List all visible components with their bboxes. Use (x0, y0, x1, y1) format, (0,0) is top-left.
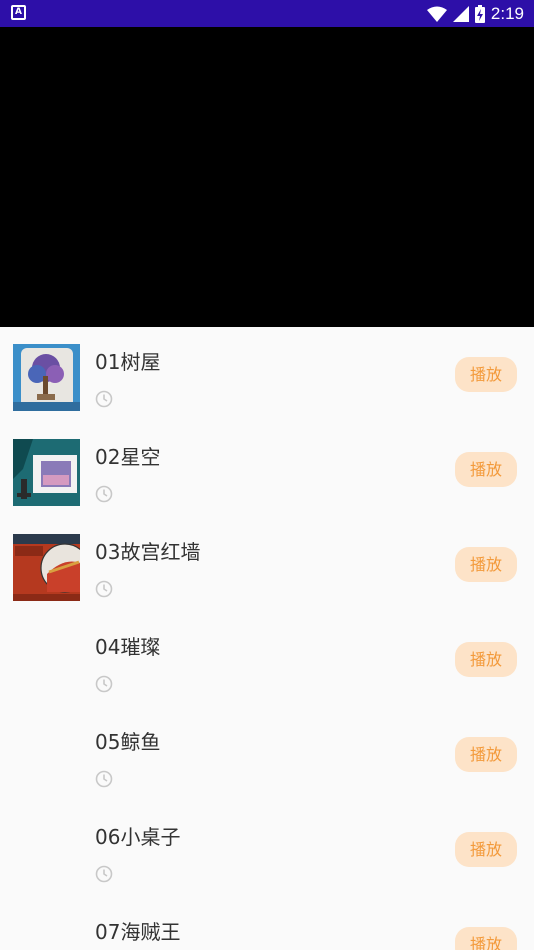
cellular-signal-icon (452, 5, 469, 22)
item-title: 07海贼王 (95, 920, 181, 944)
list-item[interactable]: 05鲸鱼 播放 (0, 707, 534, 802)
thumbnail-palace-red-wall (13, 534, 80, 601)
play-button[interactable]: 播放 (455, 832, 517, 867)
list-item[interactable]: 06小桌子 播放 (0, 802, 534, 897)
video-player[interactable] (0, 27, 534, 327)
wifi-icon (426, 6, 447, 22)
clock-icon (95, 580, 113, 598)
clock-icon (95, 675, 113, 693)
item-title: 01树屋 (95, 350, 161, 374)
play-button[interactable]: 播放 (455, 642, 517, 677)
clock-icon (95, 770, 113, 788)
play-button[interactable]: 播放 (455, 547, 517, 582)
play-button[interactable]: 播放 (455, 927, 517, 950)
item-title: 03故宫红墙 (95, 540, 201, 564)
clock-icon (95, 390, 113, 408)
clock-icon (95, 485, 113, 503)
list-item[interactable]: 01树屋 播放 (0, 327, 534, 422)
list-item[interactable]: 04璀璨 播放 (0, 612, 534, 707)
clock-icon (95, 865, 113, 883)
play-button[interactable]: 播放 (455, 737, 517, 772)
item-title: 04璀璨 (95, 635, 161, 659)
play-button[interactable]: 播放 (455, 357, 517, 392)
battery-charging-icon (474, 4, 485, 23)
item-title: 02星空 (95, 445, 161, 469)
status-time: 2:19 (490, 3, 524, 23)
item-title: 05鲸鱼 (95, 730, 161, 754)
list-item[interactable]: 03故宫红墙 播放 (0, 517, 534, 612)
list-item[interactable]: 07海贼王 播放 (0, 897, 534, 950)
thumbnail-starry-sky (13, 439, 80, 506)
app-notification-icon: A (11, 5, 26, 20)
video-list: 01树屋 播放 02星空 播放 03故宫红墙 播放 04璀璨 播放 05鲸鱼 播… (0, 327, 534, 950)
status-bar: A 2:19 (0, 0, 534, 27)
thumbnail-tree-house (13, 344, 80, 411)
item-title: 06小桌子 (95, 825, 181, 849)
list-item[interactable]: 02星空 播放 (0, 422, 534, 517)
play-button[interactable]: 播放 (455, 452, 517, 487)
